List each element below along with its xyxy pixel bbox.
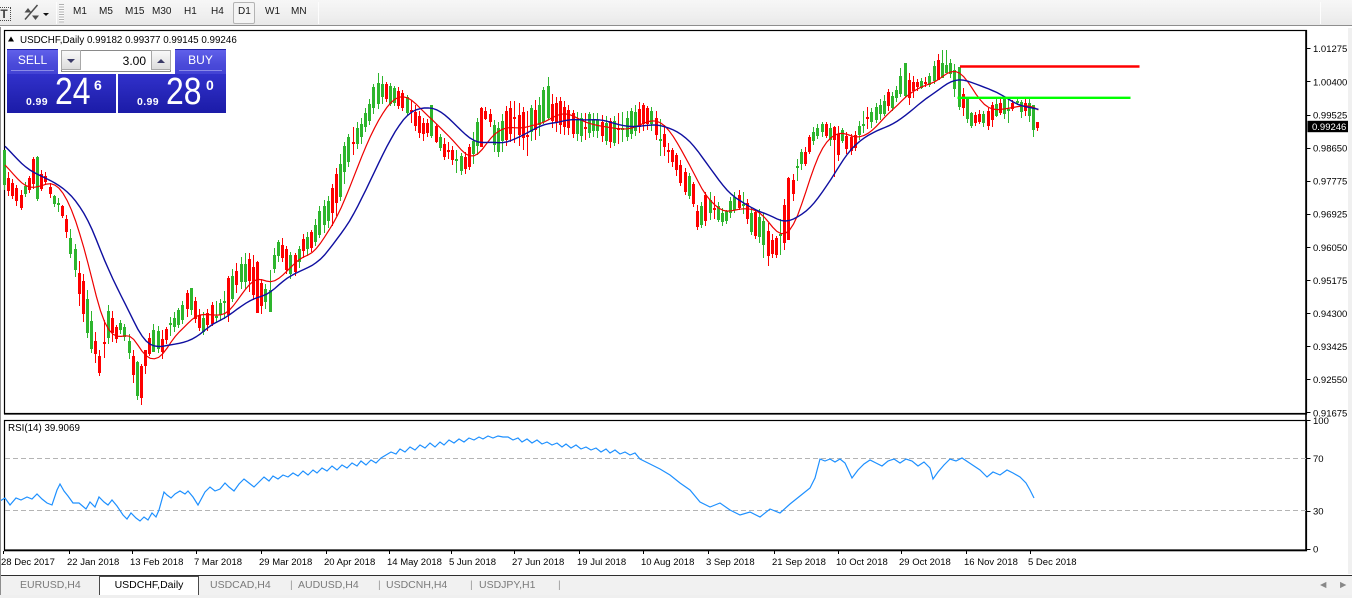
svg-text:16 Nov 2018: 16 Nov 2018 <box>964 557 1018 568</box>
svg-text:0: 0 <box>1313 544 1318 555</box>
svg-text:28 Dec 2017: 28 Dec 2017 <box>1 557 55 568</box>
svg-text:7 Mar 2018: 7 Mar 2018 <box>194 557 242 568</box>
svg-text:20 Apr 2018: 20 Apr 2018 <box>324 557 375 568</box>
svg-text:0.99246: 0.99246 <box>1312 122 1346 133</box>
svg-text:27 Jun 2018: 27 Jun 2018 <box>512 557 564 568</box>
svg-text:0.93425: 0.93425 <box>1313 342 1347 353</box>
svg-text:0.96925: 0.96925 <box>1313 210 1347 221</box>
svg-text:0.99525: 0.99525 <box>1313 110 1347 121</box>
svg-text:100: 100 <box>1313 416 1329 427</box>
svg-text:10 Oct 2018: 10 Oct 2018 <box>836 557 888 568</box>
svg-text:29 Mar 2018: 29 Mar 2018 <box>259 557 312 568</box>
svg-text:22 Jan 2018: 22 Jan 2018 <box>67 557 119 568</box>
svg-text:19 Jul 2018: 19 Jul 2018 <box>577 557 626 568</box>
svg-text:3 Sep 2018: 3 Sep 2018 <box>706 557 755 568</box>
svg-text:29 Oct 2018: 29 Oct 2018 <box>899 557 951 568</box>
svg-text:14 May 2018: 14 May 2018 <box>387 557 442 568</box>
svg-text:1.01275: 1.01275 <box>1313 44 1347 55</box>
svg-text:70: 70 <box>1313 454 1324 465</box>
svg-text:0.98650: 0.98650 <box>1313 144 1347 155</box>
svg-text:0.92550: 0.92550 <box>1313 375 1347 386</box>
svg-text:0.94300: 0.94300 <box>1313 309 1347 320</box>
svg-text:21 Sep 2018: 21 Sep 2018 <box>772 557 826 568</box>
svg-text:5 Dec 2018: 5 Dec 2018 <box>1028 557 1077 568</box>
svg-text:1.00400: 1.00400 <box>1313 77 1347 88</box>
svg-text:13 Feb 2018: 13 Feb 2018 <box>130 557 183 568</box>
svg-text:0.95175: 0.95175 <box>1313 276 1347 287</box>
svg-text:30: 30 <box>1313 506 1324 517</box>
svg-text:5 Jun 2018: 5 Jun 2018 <box>449 557 496 568</box>
svg-text:RSI(14) 39.9069: RSI(14) 39.9069 <box>8 423 80 434</box>
svg-text:10 Aug 2018: 10 Aug 2018 <box>641 557 694 568</box>
svg-text:0.97775: 0.97775 <box>1313 177 1347 188</box>
svg-text:0.96050: 0.96050 <box>1313 243 1347 254</box>
svg-text:USDCHF,Daily 0.99182 0.99377: USDCHF,Daily 0.99182 0.99377 0.99145 0.9… <box>20 35 237 46</box>
